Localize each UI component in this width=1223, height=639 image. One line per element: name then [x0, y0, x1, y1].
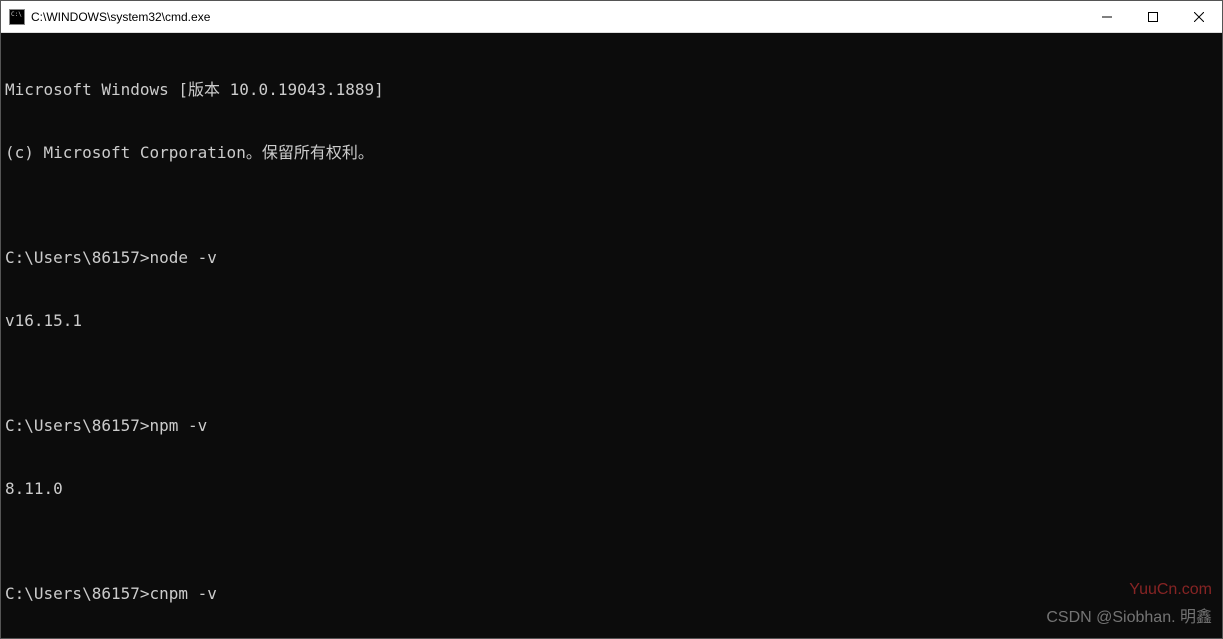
terminal-line: 8.11.0: [5, 478, 1218, 499]
terminal-line: (c) Microsoft Corporation。保留所有权利。: [5, 142, 1218, 163]
minimize-icon: [1102, 12, 1112, 22]
window-title: C:\WINDOWS\system32\cmd.exe: [31, 10, 1084, 24]
close-icon: [1194, 12, 1204, 22]
titlebar[interactable]: C:\WINDOWS\system32\cmd.exe: [1, 1, 1222, 33]
minimize-button[interactable]: [1084, 1, 1130, 32]
watermark-author: CSDN @Siobhan. 明鑫: [1046, 607, 1212, 628]
window-controls: [1084, 1, 1222, 32]
terminal-output[interactable]: Microsoft Windows [版本 10.0.19043.1889] (…: [1, 33, 1222, 638]
terminal-line: C:\Users\86157>npm -v: [5, 415, 1218, 436]
cmd-window: C:\WINDOWS\system32\cmd.exe Microsoft Wi…: [0, 0, 1223, 639]
terminal-line: C:\Users\86157>cnpm -v: [5, 583, 1218, 604]
cmd-icon: [9, 9, 25, 25]
maximize-button[interactable]: [1130, 1, 1176, 32]
terminal-line: C:\Users\86157>node -v: [5, 247, 1218, 268]
terminal-line: v16.15.1: [5, 310, 1218, 331]
terminal-line: Microsoft Windows [版本 10.0.19043.1889]: [5, 79, 1218, 100]
maximize-icon: [1148, 12, 1158, 22]
watermark-site: YuuCn.com: [1129, 579, 1212, 600]
close-button[interactable]: [1176, 1, 1222, 32]
